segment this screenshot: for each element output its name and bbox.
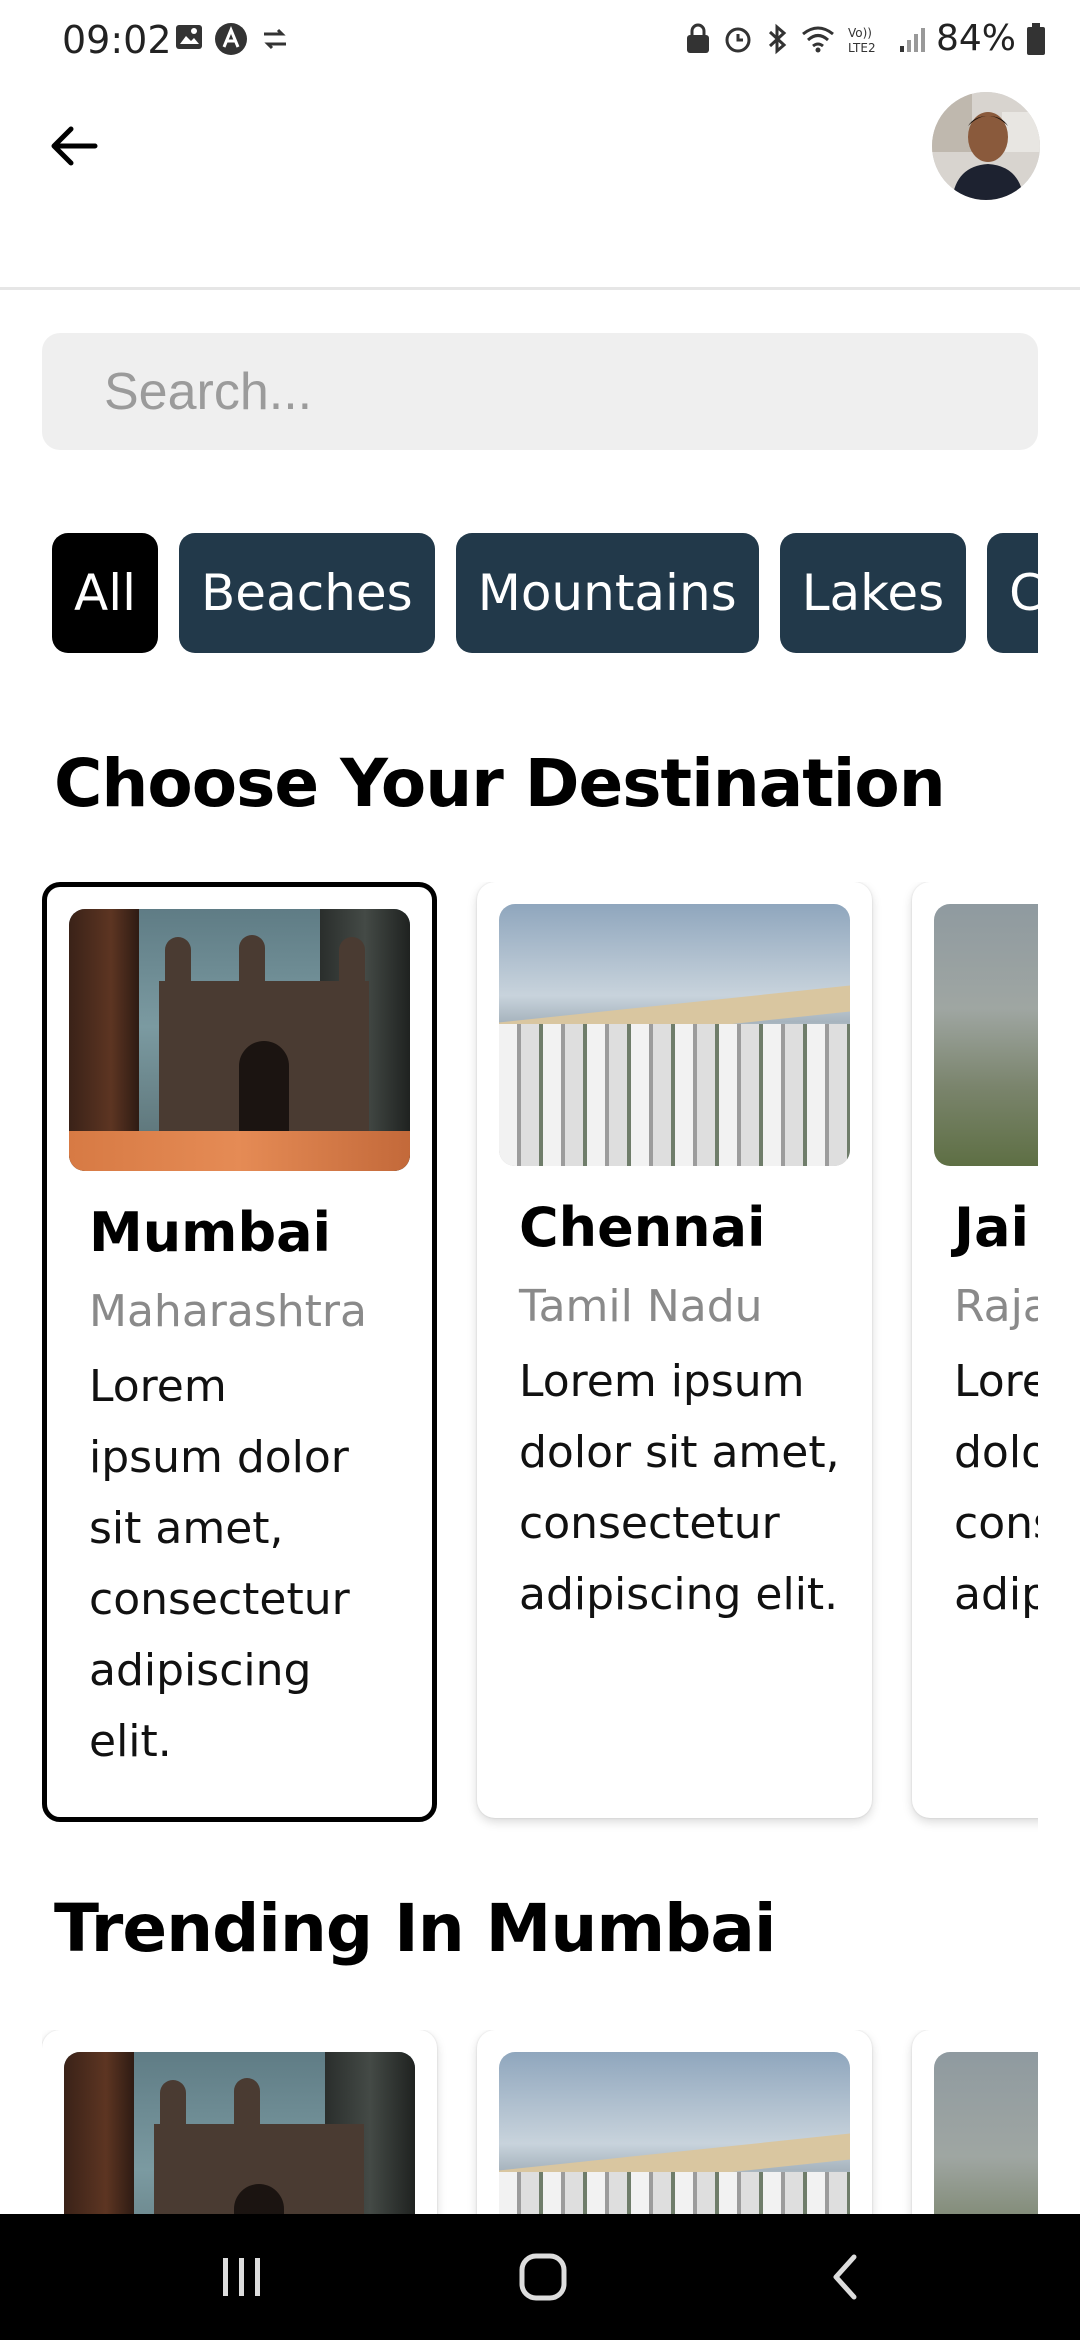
destination-name: Mumbai <box>89 1201 332 1264</box>
svg-text:LTE2: LTE2 <box>848 41 876 55</box>
destinations-title: Choose Your Destination <box>54 745 946 822</box>
destination-state: Tamil Nadu <box>519 1281 763 1332</box>
status-system-icons: Vo)) LTE2 84% <box>684 18 1046 59</box>
trending-title: Trending In Mumbai <box>54 1890 777 1967</box>
jaipur-image <box>934 904 1038 1166</box>
lte-icon: Vo))LTE2 <box>848 26 876 55</box>
trending-cards <box>42 2030 1038 2230</box>
trending-card[interactable] <box>912 2030 1038 2230</box>
battery-percent: 84% <box>935 18 1016 59</box>
trending-image <box>499 2052 850 2230</box>
status-bar: 09:02 Vo)) LTE2 84% <box>0 0 1080 80</box>
svg-text:Vo)): Vo)) <box>848 26 872 40</box>
status-notification-icons <box>174 22 292 56</box>
destination-card-jaipur[interactable]: Jai Raja Lore dolo cons adip <box>912 882 1038 1818</box>
bluetooth-icon <box>768 23 787 54</box>
destination-description: Lorem ipsum dolor sit amet, consectetur … <box>89 1361 350 1767</box>
chip-lakes[interactable]: Lakes <box>779 533 967 653</box>
app-header <box>0 80 1080 290</box>
chip-mountains[interactable]: Mountains <box>455 533 759 653</box>
transfer-icon <box>264 28 286 50</box>
destination-state: Raja <box>954 1281 1038 1332</box>
alarm-icon <box>725 27 751 52</box>
trending-card[interactable] <box>477 2030 872 2230</box>
system-nav-bar <box>0 2214 1080 2340</box>
battery-icon <box>1027 22 1045 55</box>
trending-card[interactable] <box>42 2030 437 2230</box>
chevron-left-icon <box>833 2254 857 2300</box>
destination-description: Lorem ipsum dolor sit amet, consectetur … <box>519 1356 840 1620</box>
chip-all[interactable]: All <box>52 533 158 653</box>
trending-image <box>64 2052 415 2230</box>
chip-more[interactable]: C <box>987 533 1038 653</box>
status-time: 09:02 <box>62 18 172 62</box>
trending-image <box>934 2052 1038 2230</box>
wifi-icon <box>802 26 834 52</box>
recents-icon <box>223 2258 260 2296</box>
destination-description: Lore dolo cons adip <box>954 1356 1038 1620</box>
recents-button[interactable] <box>202 2242 282 2312</box>
chip-beaches[interactable]: Beaches <box>179 533 435 653</box>
chennai-image <box>499 904 850 1166</box>
destination-card-chennai[interactable]: Chennai Tamil Nadu Lorem ipsum dolor sit… <box>477 882 872 1818</box>
destination-card-mumbai[interactable]: Mumbai Maharashtra Lorem ipsum dolor sit… <box>42 882 437 1822</box>
signal-icon <box>899 27 925 52</box>
profile-photo <box>932 92 1040 200</box>
destination-cards: Mumbai Maharashtra Lorem ipsum dolor sit… <box>42 882 1038 1842</box>
mumbai-image <box>69 909 410 1171</box>
gallery-icon <box>176 25 202 49</box>
search-input[interactable] <box>42 333 1038 450</box>
category-chips: All Beaches Mountains Lakes C <box>52 533 1038 655</box>
destination-state: Maharashtra <box>89 1286 367 1337</box>
destination-name: Jai <box>954 1196 1030 1259</box>
home-button[interactable] <box>503 2242 583 2312</box>
avatar[interactable] <box>932 92 1040 200</box>
home-icon <box>519 2253 567 2301</box>
back-button[interactable] <box>44 116 104 176</box>
app-a-icon <box>215 23 247 55</box>
nav-back-button[interactable] <box>806 2242 886 2312</box>
destination-name: Chennai <box>519 1196 766 1259</box>
lock-icon <box>686 23 709 53</box>
arrow-left-icon <box>51 126 98 166</box>
